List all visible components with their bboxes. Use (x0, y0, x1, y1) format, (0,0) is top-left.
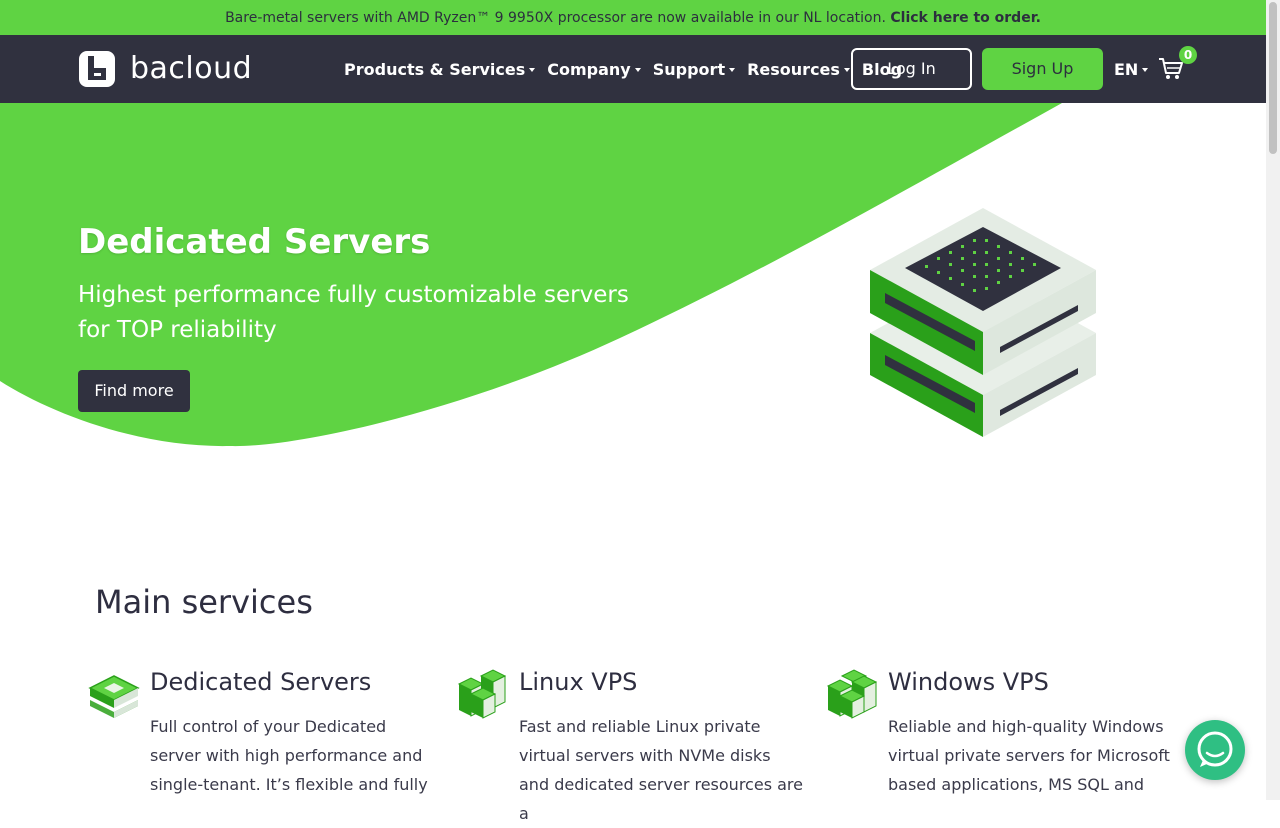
service-description: Full control of your Dedicated server wi… (150, 717, 428, 794)
menu-label: Company (547, 59, 631, 79)
dedicated-server-icon (88, 675, 140, 718)
announcement-link[interactable]: Click here to order. (890, 10, 1041, 26)
service-description: Reliable and high-quality Windows virtua… (888, 717, 1170, 794)
service-title: Windows VPS (888, 668, 1049, 696)
logo-text: bacloud (130, 51, 253, 86)
menu-label: Support (652, 59, 726, 79)
caret-down-icon (1142, 68, 1149, 72)
linux-vps-icon (457, 669, 507, 719)
language-label: EN (1114, 59, 1139, 79)
caret-down-icon (843, 68, 850, 72)
logo-icon (79, 51, 115, 87)
language-selector[interactable]: EN (1114, 35, 1149, 103)
menu-company[interactable]: Company (547, 59, 641, 79)
menu-resources[interactable]: Resources (747, 60, 850, 79)
menu-support[interactable]: Support (652, 59, 736, 79)
chat-icon (1197, 731, 1233, 767)
hero-subtitle: Highest performance fully customizable s… (78, 282, 629, 343)
hero-title: Dedicated Servers (78, 222, 431, 262)
menu-products-services[interactable]: Products & Services (344, 59, 536, 79)
caret-down-icon (529, 68, 536, 72)
windows-vps-icon (826, 669, 878, 719)
menu-label: Resources (747, 59, 840, 79)
caret-down-icon (729, 68, 736, 72)
caret-down-icon (634, 68, 641, 72)
service-title: Dedicated Servers (150, 668, 372, 696)
top-navigation: bacloud Products & Services Company Supp… (0, 35, 1266, 103)
service-description: Fast and reliable Linux private virtual … (519, 717, 803, 823)
logo[interactable]: bacloud (78, 49, 252, 89)
main-menu: Products & Services Company Support Reso… (344, 35, 902, 103)
service-title: Linux VPS (519, 668, 638, 696)
find-more-button[interactable]: Find more (78, 370, 190, 412)
announcement-bar: Bare-metal servers with AMD Ryzen™ 9 995… (0, 0, 1266, 35)
main-services-title: Main services (95, 583, 313, 621)
announcement-text: Bare-metal servers with AMD Ryzen™ 9 995… (225, 10, 891, 26)
scrollbar-thumb[interactable] (1269, 2, 1277, 154)
chat-widget-button[interactable] (1185, 720, 1245, 780)
cart-count-badge: 0 (1179, 46, 1197, 64)
menu-label: Products & Services (344, 59, 526, 79)
server-stack-illustration (870, 208, 1096, 437)
login-button[interactable]: Log In (851, 48, 972, 90)
signup-button[interactable]: Sign Up (982, 48, 1103, 90)
